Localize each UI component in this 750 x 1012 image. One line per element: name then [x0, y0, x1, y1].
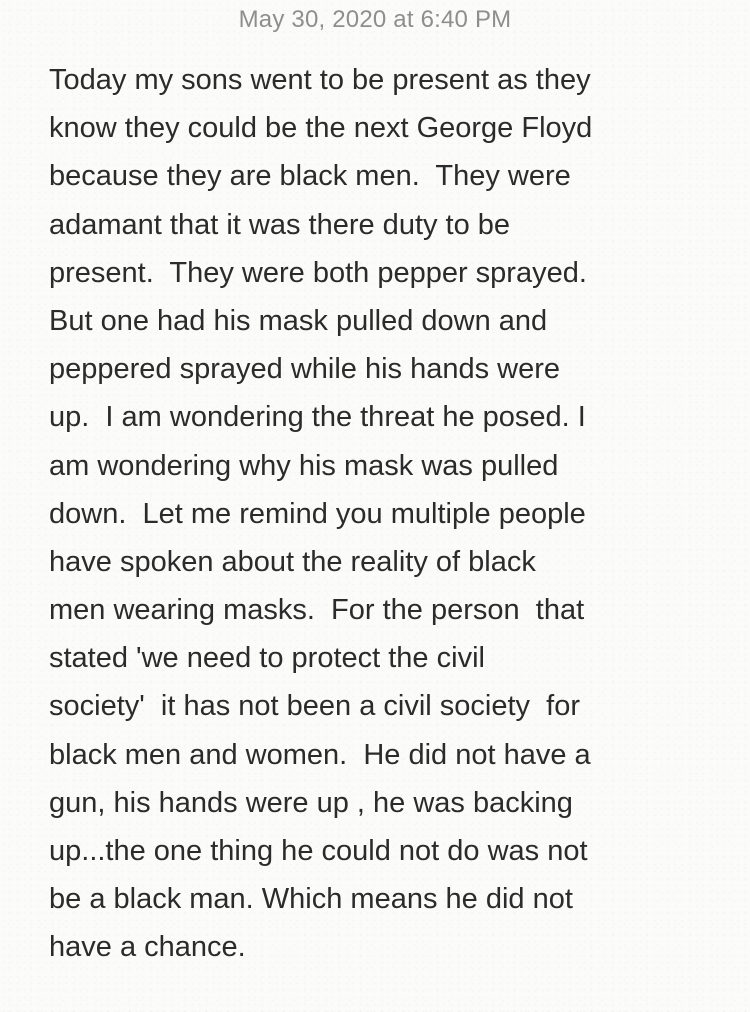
- note-page: May 30, 2020 at 6:40 PM Today my sons we…: [0, 0, 750, 1012]
- note-line: up...the one thing he could not do was n…: [49, 835, 588, 867]
- note-line: But one had his mask pulled down and: [49, 304, 548, 337]
- note-line: adamant that it was there duty to be: [49, 208, 511, 241]
- note-line: up. I am wondering the threat he posed. …: [49, 401, 586, 434]
- note-body-text[interactable]: Today my sons went to be present as they…: [49, 56, 709, 972]
- note-line: Today my sons went to be present as they: [49, 64, 591, 96]
- note-line: because they are black men. They were: [49, 160, 571, 193]
- note-line: black men and women. He did not have a: [49, 738, 591, 771]
- note-line: am wondering why his mask was pulled: [49, 449, 559, 482]
- note-line: have spoken about the reality of black: [49, 545, 536, 578]
- note-line: men wearing masks. For the person that: [49, 594, 585, 627]
- note-line: know they could be the next George Floyd: [49, 112, 593, 145]
- note-timestamp: May 30, 2020 at 6:40 PM: [238, 6, 512, 33]
- note-line: stated 'we need to protect the civil: [49, 642, 485, 675]
- note-line: society' it has not been a civil society…: [49, 690, 581, 723]
- note-line: be a black man. Which means he did not: [49, 883, 573, 916]
- note-line: have a chance.: [49, 931, 246, 964]
- note-line: present. They were both pepper sprayed.: [49, 256, 587, 289]
- note-line: gun, his hands were up , he was backing: [49, 786, 573, 819]
- note-line: peppered sprayed while his hands were: [49, 353, 561, 386]
- note-line: down. Let me remind you multiple people: [49, 497, 586, 530]
